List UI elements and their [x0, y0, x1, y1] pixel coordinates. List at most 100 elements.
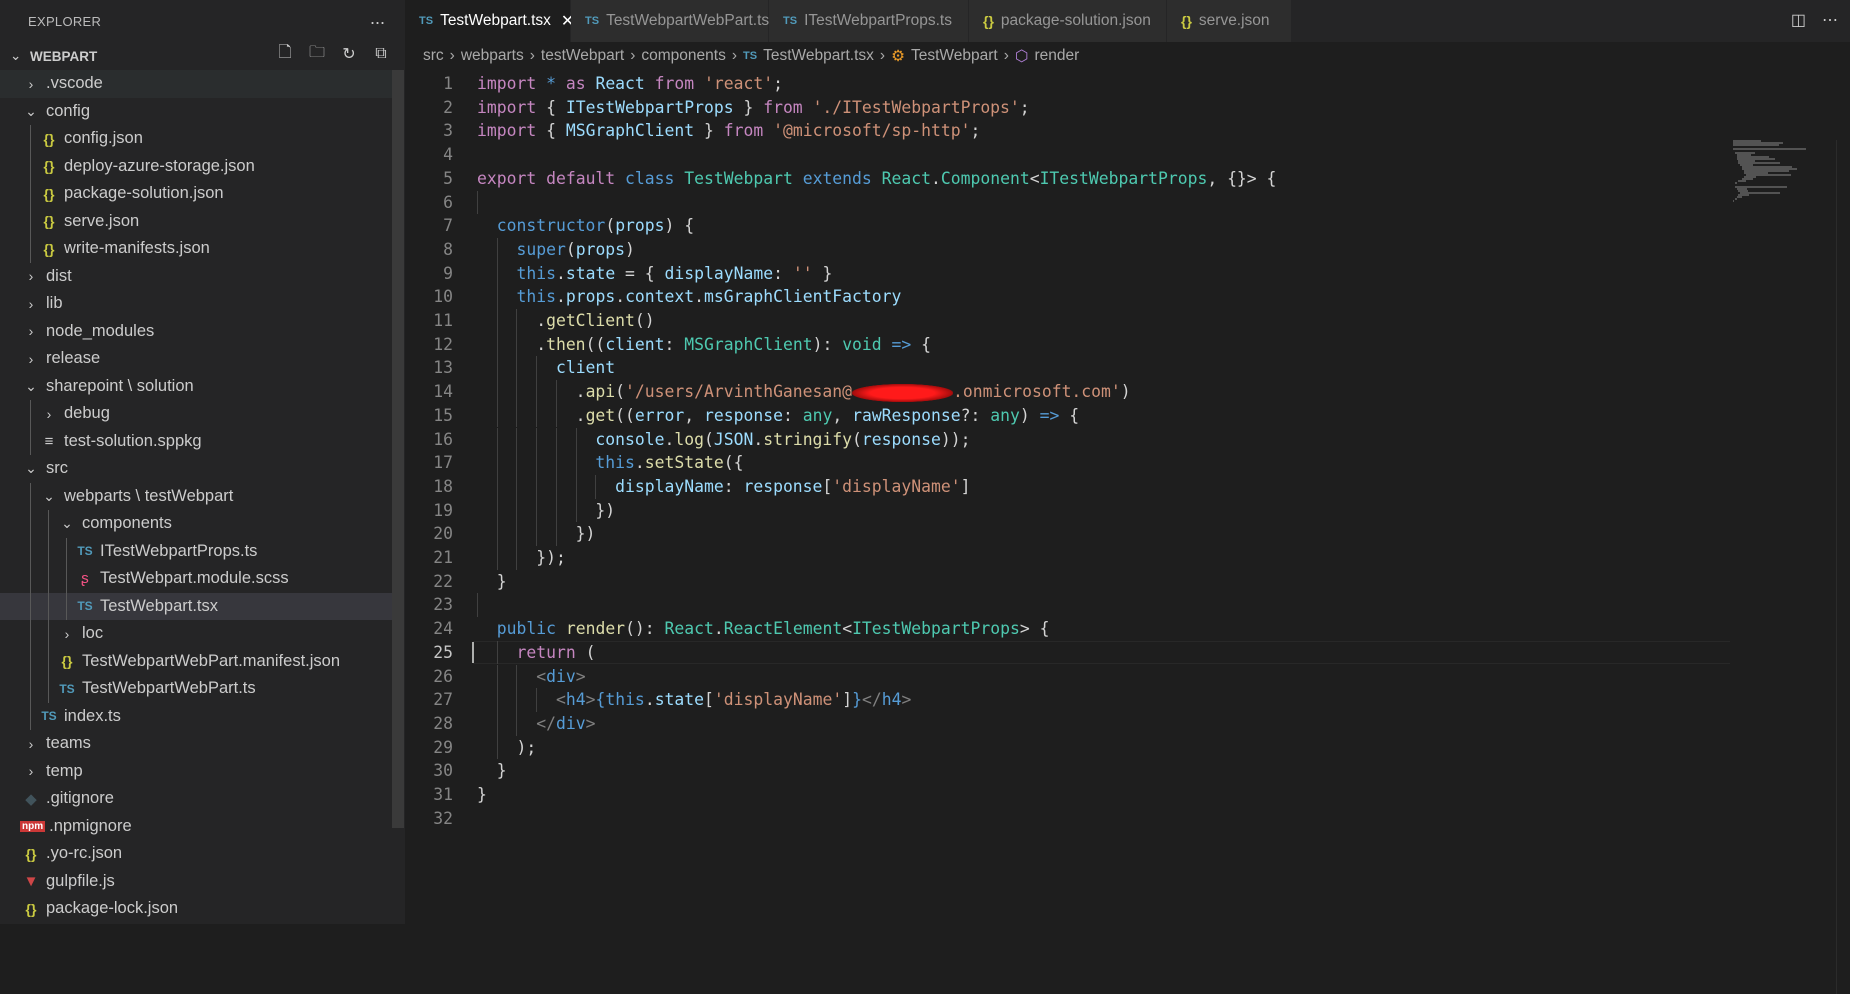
tree-item[interactable]: TS TestWebpart.tsx [0, 592, 392, 620]
tree-item[interactable]: ⌄ src [0, 455, 392, 483]
more-icon[interactable]: ⋯ [1822, 10, 1838, 30]
indent-guide [555, 451, 557, 475]
new-file-icon[interactable]: 🗋 [275, 44, 295, 64]
code-token: ( [703, 429, 714, 449]
package-file-icon: ≡ [44, 432, 54, 450]
tree-item-label: TestWebpart.tsx [100, 596, 218, 615]
line-number: 6 [443, 192, 453, 212]
refresh-icon[interactable]: ↻ [339, 44, 359, 64]
code-token: , [832, 405, 853, 425]
code-token: h4 [881, 690, 902, 710]
editor-scrollbar[interactable] [1836, 140, 1850, 994]
line-number: 28 [433, 713, 453, 733]
tree-item[interactable]: › dist [0, 263, 392, 291]
tree-item[interactable]: ⌄ components [0, 510, 392, 538]
sidebar-scrollbar[interactable] [392, 70, 404, 828]
indent-guide [30, 702, 31, 730]
code-token: from [654, 74, 695, 93]
file-tree: › .vscode ⌄ config {} config.json {} deploy-azu… [0, 70, 392, 923]
code-token: super [516, 239, 566, 259]
tree-item[interactable]: ⌄ config [0, 98, 392, 126]
tree-item[interactable]: ≡ test-solution.sppkg [0, 427, 392, 455]
more-actions-button[interactable]: ... [370, 8, 385, 29]
tree-item[interactable]: TS index.ts [0, 702, 392, 730]
code-editor[interactable]: 1 import * as React from 'react'; 2 import … [405, 70, 1850, 994]
line-number: 8 [443, 239, 453, 259]
tree-item[interactable]: › lib [0, 290, 392, 318]
tree-item[interactable]: {} package-lock.json [0, 895, 392, 923]
tree-item-label: .npmignore [49, 816, 132, 835]
tree-item[interactable]: {} package-solution.json [0, 180, 392, 208]
tree-item[interactable]: › loc [0, 620, 392, 648]
tab-package-solution-json[interactable]: {} package-solution.json [969, 0, 1167, 42]
indent-guide [575, 427, 577, 452]
split-editor-icon[interactable]: ◫ [1791, 10, 1806, 30]
line-number: 13 [433, 358, 453, 378]
code-token: as [565, 74, 586, 93]
code-token: { [1059, 405, 1080, 425]
tab-itestwebpartprops-ts[interactable]: TS ITestWebpartProps.ts [769, 0, 969, 42]
tree-item-label: teams [46, 734, 91, 753]
chevron-down-icon: ⌄ [25, 377, 37, 394]
tree-item[interactable]: TS TestWebpartWebPart.ts [0, 675, 392, 703]
code-token: ({ [723, 453, 744, 473]
tab-testwebpart-tsx[interactable]: TS TestWebpart.tsx ✕ [405, 0, 574, 42]
tree-item[interactable]: ʂ TestWebpart.module.scss [0, 565, 392, 593]
code-line: console.log(JSON.stringify(response)); [477, 428, 970, 452]
tree-item[interactable]: ◆ .gitignore [0, 785, 392, 813]
chevron-right-icon: › [28, 763, 34, 780]
collapse-all-icon[interactable]: ⧉ [371, 44, 391, 64]
tree-item[interactable]: {} write-manifests.json [0, 235, 392, 263]
code-token: ): [812, 334, 843, 354]
indent-guide [48, 592, 49, 620]
tree-item[interactable]: npm .npmignore [0, 813, 392, 841]
breadcrumb-item[interactable]: src [423, 47, 444, 65]
tree-item[interactable]: {} .yo-rc.json [0, 840, 392, 868]
tree-item[interactable]: › .vscode [0, 70, 392, 98]
code-token: render [565, 619, 626, 639]
minimap-line [1738, 180, 1747, 182]
breadcrumb-item[interactable]: TestWebpart.tsx [763, 47, 874, 65]
indent-guide [30, 125, 31, 153]
tree-item[interactable]: ⌄ sharepoint \ solution [0, 373, 392, 401]
git-file-icon: ◆ [25, 790, 37, 808]
tree-item[interactable]: › node_modules [0, 318, 392, 346]
code-token: > [585, 690, 596, 710]
tree-item[interactable]: › debug [0, 400, 392, 428]
breadcrumb-item[interactable]: webparts [461, 47, 524, 65]
line-number: 26 [433, 666, 453, 686]
tab-testwebpartwebpart-ts[interactable]: TS TestWebpartWebPart.ts [571, 0, 769, 42]
tree-item[interactable]: TS ITestWebpartProps.ts [0, 537, 392, 565]
tree-item-label: sharepoint \ solution [46, 376, 194, 395]
indent-guide [496, 640, 498, 665]
tree-item[interactable]: {} TestWebpartWebPart.manifest.json [0, 647, 392, 675]
breadcrumb-item[interactable]: TestWebpart [911, 47, 998, 65]
indent-guide [496, 332, 498, 357]
tree-item[interactable]: {} deploy-azure-storage.json [0, 152, 392, 180]
tree-item[interactable]: ▼ gulpfile.js [0, 868, 392, 896]
line-number: 15 [433, 405, 453, 425]
line-number: 23 [433, 595, 453, 615]
tree-item[interactable]: › teams [0, 730, 392, 758]
minimap[interactable] [1733, 140, 1828, 202]
chevron-right-icon: › [731, 47, 738, 64]
tree-item[interactable]: › temp [0, 758, 392, 786]
tree-item[interactable]: ⌄ webparts \ testWebpart [0, 482, 392, 510]
breadcrumb-item[interactable]: testWebpart [541, 47, 624, 65]
tree-item[interactable]: › release [0, 345, 392, 373]
breadcrumb-item[interactable]: components [641, 47, 725, 65]
tree-item-label: config.json [64, 129, 143, 148]
breadcrumb-item[interactable]: render [1034, 47, 1079, 65]
tree-item[interactable]: {} config.json [0, 125, 392, 153]
minimap-line [1734, 198, 1738, 200]
new-folder-icon[interactable]: 🗀 [307, 44, 327, 64]
code-line: constructor(props) { [477, 214, 694, 238]
tree-item[interactable]: {} serve.json [0, 207, 392, 235]
indent-guide [496, 403, 498, 428]
code-line: } [477, 570, 507, 594]
line-number: 24 [433, 619, 453, 639]
tab-serve-json[interactable]: {} serve.json [1167, 0, 1292, 42]
code-token: displayName [664, 263, 774, 283]
code-token: : [782, 405, 803, 425]
